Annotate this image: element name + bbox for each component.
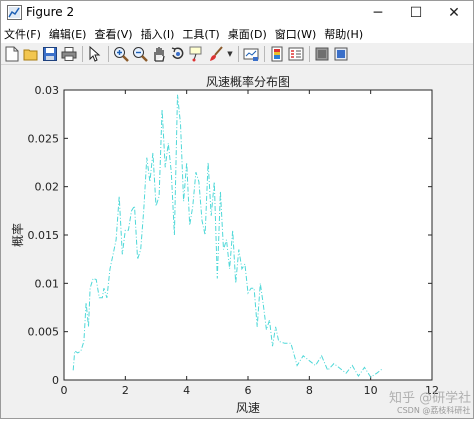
y-tick-label: 0.03 (35, 84, 60, 97)
link-plot-icon (243, 48, 259, 61)
new-figure-button[interactable] (3, 45, 21, 63)
rotate-3d-icon (171, 46, 184, 59)
y-tick-label: 0.01 (35, 277, 60, 290)
watermark-subtext: CSDN @荔枝科研社 (397, 406, 471, 415)
insert-legend-button[interactable] (287, 45, 305, 63)
x-axis-label: 风速 (236, 401, 260, 415)
open-file-icon (23, 49, 38, 60)
toolbar-separator (108, 45, 109, 62)
zoom-out-button[interactable] (131, 45, 149, 63)
y-tick-label: 0.005 (28, 326, 60, 339)
menu-desktop[interactable]: 桌面(D) (225, 26, 272, 42)
zoom-in-button[interactable] (112, 45, 130, 63)
menu-file[interactable]: 文件(F) (1, 26, 46, 42)
print-button[interactable] (60, 45, 78, 63)
brush-button[interactable] (207, 45, 225, 63)
hide-plot-tools-button[interactable] (313, 45, 331, 63)
x-tick-label: 10 (364, 384, 378, 397)
menu-bar: 文件(F) 编辑(E) 查看(V) 插入(I) 工具(T) 桌面(D) 窗口(W… (1, 25, 473, 43)
toolbar-separator (82, 45, 83, 62)
show-plot-tools-button[interactable] (332, 45, 350, 63)
matlab-figure-icon (7, 5, 22, 20)
figure-canvas[interactable]: 风速概率分布图 风速 概率 0 2 4 6 8 10 12 0 0.005 0.01 0.015 0.… (2, 66, 473, 418)
title-bar[interactable]: Figure 2 ─ ☐ ✕ (1, 1, 473, 25)
watermark-text: 知乎 @研学社 (389, 391, 472, 406)
pan-button[interactable] (150, 45, 168, 63)
save-button[interactable] (41, 45, 59, 63)
minimize-button[interactable]: ─ (359, 1, 397, 25)
maximize-icon: ☐ (409, 5, 423, 21)
chart-title: 风速概率分布图 (206, 74, 290, 89)
axes-box[interactable] (63, 89, 433, 381)
x-tick-label: 4 (183, 384, 190, 397)
rotate-3d-button[interactable] (169, 45, 187, 63)
data-cursor-button[interactable] (188, 45, 206, 63)
menu-help[interactable]: 帮助(H) (321, 26, 368, 42)
insert-colorbar-button[interactable] (268, 45, 286, 63)
data-cursor-icon (189, 46, 202, 61)
close-button[interactable]: ✕ (435, 1, 473, 25)
maximize-button[interactable]: ☐ (397, 1, 435, 25)
menu-view[interactable]: 查看(V) (91, 26, 137, 42)
x-tick-label: 0 (61, 384, 68, 397)
y-tick-label: 0.015 (28, 229, 60, 242)
open-file-button[interactable] (22, 45, 40, 63)
edit-plot-button[interactable] (86, 45, 104, 63)
x-tick-label: 6 (245, 384, 252, 397)
hide-plot-tools-icon (315, 47, 329, 60)
toolbar-separator (309, 45, 310, 62)
minimize-icon: ─ (373, 5, 383, 21)
toolbar-separator (264, 45, 265, 62)
figure-toolbar: ▼ (1, 43, 473, 65)
chart-svg: 风速概率分布图 风速 概率 0 2 4 6 8 10 1200.0050.010.0150.… (10, 74, 439, 415)
zoom-out-icon (133, 46, 148, 62)
menu-window[interactable]: 窗口(W) (272, 26, 321, 42)
menu-edit[interactable]: 编辑(E) (46, 26, 92, 42)
menu-insert[interactable]: 插入(I) (138, 26, 180, 42)
y-tick-label: 0 (52, 374, 59, 387)
print-icon (61, 46, 77, 61)
link-plot-button[interactable] (242, 45, 260, 63)
new-figure-icon (5, 46, 19, 61)
insert-colorbar-icon (271, 46, 283, 61)
y-axis-label: 概率 (10, 223, 25, 247)
menu-tools[interactable]: 工具(T) (179, 26, 224, 42)
x-tick-label: 8 (306, 384, 313, 397)
brush-icon (210, 45, 223, 61)
x-tick-label: 2 (122, 384, 129, 397)
pan-hand-icon (154, 46, 165, 62)
y-tick-label: 0.025 (28, 132, 60, 145)
show-plot-tools-icon (334, 47, 348, 60)
figure-window: Figure 2 ─ ☐ ✕ 文件(F) 编辑(E) 查看(V) 插入(I) 工… (0, 0, 474, 419)
insert-legend-icon (288, 47, 304, 60)
window-title: Figure 2 (26, 5, 75, 19)
edit-plot-arrow-icon (89, 45, 101, 62)
save-icon (43, 46, 57, 61)
toolbar-separator (238, 45, 239, 62)
chevron-down-icon: ▼ (227, 49, 233, 58)
zoom-in-icon (114, 46, 129, 62)
y-tick-label: 0.02 (35, 181, 60, 194)
close-icon: ✕ (448, 5, 460, 21)
brush-dropdown-button[interactable]: ▼ (226, 45, 234, 63)
